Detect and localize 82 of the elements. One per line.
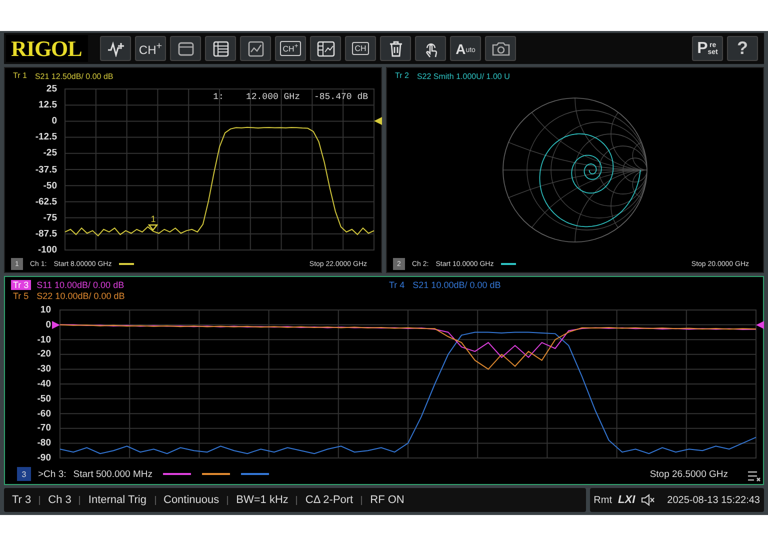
y-axis-label: -40: [37, 378, 51, 390]
remote-indicator: Rmt: [594, 494, 612, 506]
y-axis-label: 25: [46, 84, 57, 94]
chart-table-icon: [316, 40, 334, 56]
y-axis-label: -87.5: [35, 228, 57, 240]
status-item[interactable]: Continuous: [164, 494, 220, 506]
y-axis-label: 10: [40, 304, 51, 316]
trace-scale: S11 10.00dB/ 0.00 dB: [36, 280, 124, 290]
date-time: 2025-08-13 15:22:43: [667, 494, 760, 506]
trace-legend-line: [241, 473, 270, 475]
y-axis-label: -30: [37, 364, 51, 375]
channel-number[interactable]: 3: [17, 467, 31, 481]
marker-frequency: 12.000 GHz: [246, 92, 300, 102]
trace-legend-line: [118, 263, 134, 265]
trash-icon: [388, 40, 402, 56]
y-axis-label: -90: [37, 452, 51, 464]
camera-icon: [492, 41, 510, 56]
reference-icon: [374, 117, 382, 126]
y-axis-label: 0: [52, 116, 57, 127]
stop-frequency: Stop 26.5000 GHz: [650, 468, 728, 480]
status-item[interactable]: RF ON: [370, 494, 404, 506]
pulse-icon: [106, 40, 124, 56]
logo: RIGOL: [6, 35, 88, 62]
table-icon: [212, 40, 228, 56]
y-axis-label: -50: [37, 393, 51, 404]
y-axis-label: -10: [37, 334, 51, 346]
toolbar-button[interactable]: [310, 36, 341, 61]
toolbar-button[interactable]: [240, 36, 271, 61]
y-axis-label: 12.5: [38, 100, 57, 111]
y-axis-label: -50: [43, 180, 57, 192]
toolbar-button[interactable]: [170, 36, 201, 61]
y-axis-label: -62.5: [35, 196, 57, 208]
trace-legend-line: [202, 473, 230, 475]
toolbar-button[interactable]: [415, 36, 446, 61]
y-axis-label: 0: [46, 319, 51, 330]
y-axis-label: -12.5: [35, 132, 57, 143]
trace-tag[interactable]: Tr 2: [393, 71, 411, 81]
y-axis-label: -70: [37, 422, 51, 434]
y-axis-label: -80: [37, 438, 51, 449]
trace-legend-line: [500, 263, 516, 265]
status-item[interactable]: Ch 3: [48, 494, 72, 506]
help-button[interactable]: ?: [727, 36, 758, 61]
channel-label: >Ch 3:: [38, 468, 66, 480]
toolbar-button[interactable]: [100, 36, 131, 61]
y-axis-label: -75: [43, 212, 57, 224]
y-axis-label: -20: [37, 348, 51, 360]
status-item[interactable]: Tr 3: [12, 494, 32, 506]
graph-icon: [248, 40, 264, 56]
y-axis-label: -60: [37, 408, 51, 420]
status-item[interactable]: BW=1 kHz: [236, 494, 288, 506]
marker-label: 1:: [213, 92, 224, 102]
trace-scale: S21 12.50dB/ 0.00 dB: [34, 72, 114, 80]
y-axis-label: -37.5: [35, 164, 57, 175]
marker-icon: [148, 224, 158, 232]
menu-icon[interactable]: [747, 470, 761, 482]
trace-tag[interactable]: Tr 1: [11, 71, 29, 81]
toolbar-button[interactable]: [380, 36, 411, 61]
speaker-muted-icon[interactable]: [641, 494, 656, 506]
trace-scale: S21 10.00dB/ 0.00 dB: [412, 280, 501, 290]
toolbar-button[interactable]: [485, 36, 516, 61]
trace-legend-line: [163, 473, 192, 475]
toolbar-button[interactable]: [205, 36, 236, 61]
start-frequency: Start 500.000 MHz: [73, 468, 152, 480]
channel-button[interactable]: CH$^{+}$: [275, 36, 306, 61]
trace-window[interactable]: Tr 3 S11 10.00dB/ 0.00 dB Tr 5 S22 10.00dB/ 0.00 dB Tr 4 S21 10.00dB/ 0.00 dB 10 0 -10 -20 -30 -40 -50 -60 -70 -80 -90 3 >Ch 3: Start 500.000 MHz Stop 26.5000 GHz: [4, 276, 764, 485]
reference-icon: [52, 320, 60, 329]
add-channel-button[interactable]: CH$^{+}$: [135, 36, 166, 61]
marker-value: -85.470 dB: [314, 92, 368, 102]
reference-icon: [756, 320, 764, 329]
trace-tag[interactable]: Tr 4: [387, 280, 407, 290]
lxi-indicator: LXI: [618, 494, 636, 506]
trace-scale: S22 Smith 1.000U/ 1.00 U: [416, 72, 510, 80]
status-item[interactable]: CΔ 2-Port: [305, 494, 354, 506]
channel-button[interactable]: CH: [345, 36, 376, 61]
status-item[interactable]: Internal Trig: [88, 494, 146, 506]
y-axis-label: -25: [43, 148, 57, 159]
marker-number: 1: [150, 215, 156, 224]
trace-tag[interactable]: Tr 5: [11, 290, 31, 300]
trace-scale: S22 10.00dB/ 0.00 dB: [36, 290, 125, 300]
y-axis-label: -100: [38, 244, 57, 256]
trace-tag[interactable]: Tr 3: [11, 280, 31, 290]
window-icon: [178, 42, 194, 56]
